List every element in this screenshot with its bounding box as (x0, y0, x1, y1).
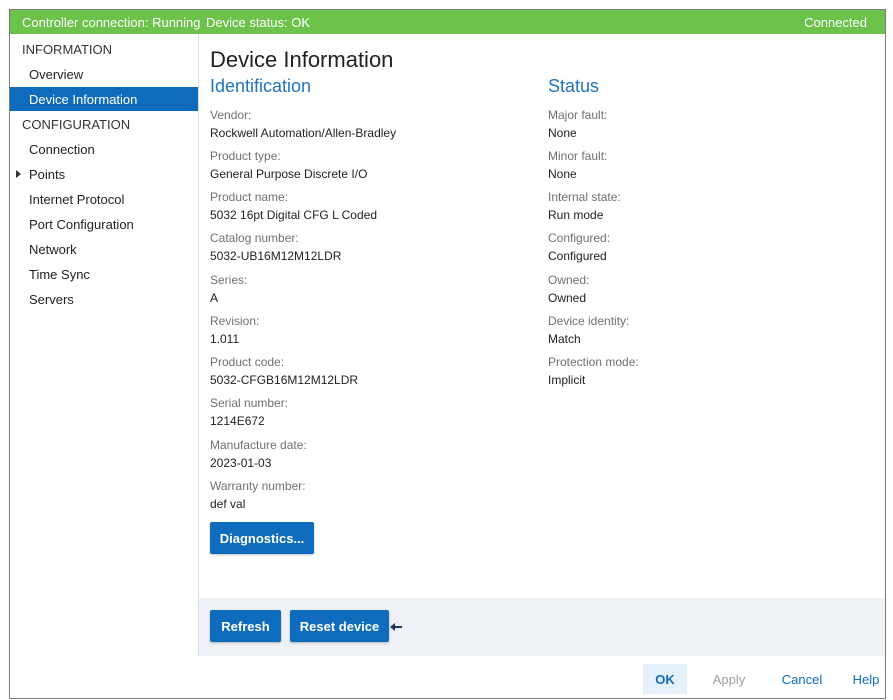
sidebar-item-label: Port Configuration (29, 217, 134, 232)
sidebar-item-device-information[interactable]: Device Information (10, 87, 198, 111)
configured-label: Configured: (548, 231, 611, 245)
revision-value: 1.011 (210, 332, 240, 346)
help-button[interactable]: Help (846, 664, 885, 694)
reset-device-button[interactable]: Reset device (290, 610, 389, 642)
sidebar-item-servers[interactable]: Servers (10, 287, 198, 311)
sidebar-item-time-sync[interactable]: Time Sync (10, 262, 198, 286)
sidebar-item-points[interactable]: Points (10, 162, 198, 186)
product-type-value: General Purpose Discrete I/O (210, 167, 368, 181)
status-section-title: Status (548, 76, 600, 96)
sidebar-item-label: Points (29, 167, 66, 182)
internal-state-value: Run mode (548, 208, 604, 222)
expand-triangle-icon[interactable] (16, 170, 21, 178)
major-fault-label: Major fault: (548, 108, 608, 122)
sidebar-item-label: Device Information (29, 92, 138, 107)
left-arrow-icon (390, 623, 402, 631)
owned-value: Owned (548, 291, 587, 305)
series-label: Series: (210, 273, 248, 287)
sidebar-header-configuration: CONFIGURATION (22, 117, 131, 132)
ok-button[interactable]: OK (643, 664, 687, 694)
manufacture-date-label: Manufacture date: (210, 438, 307, 452)
major-fault-value: None (548, 126, 577, 140)
status-bar: Controller connection: Running Device st… (10, 10, 885, 34)
page-title: Device Information (210, 47, 394, 72)
product-name-value: 5032 16pt Digital CFG L Coded (210, 208, 377, 222)
manufacture-date-value: 2023-01-03 (210, 456, 272, 470)
apply-button[interactable]: Apply (704, 664, 754, 694)
main-content: Device Information Identification Status… (199, 34, 885, 598)
sidebar-item-label: Servers (29, 292, 74, 307)
sidebar-item-label: Internet Protocol (29, 192, 125, 207)
minor-fault-value: None (548, 167, 577, 181)
device-status: Device status: OK (206, 15, 311, 30)
minor-fault-label: Minor fault: (548, 149, 608, 163)
action-bar: Refresh Reset device (199, 598, 885, 656)
controller-connection-status: Controller connection: Running (22, 15, 201, 30)
vendor-value: Rockwell Automation/Allen-Bradley (210, 126, 397, 140)
sidebar-item-overview[interactable]: Overview (10, 62, 198, 86)
protection-mode-label: Protection mode: (548, 355, 639, 369)
sidebar-item-label: Time Sync (29, 267, 90, 282)
dialog-footer: OK Apply Cancel Help (10, 656, 885, 698)
catalog-number-label: Catalog number: (210, 231, 299, 245)
product-name-label: Product name: (210, 190, 289, 204)
sidebar-item-port-configuration[interactable]: Port Configuration (10, 212, 198, 236)
sidebar-nav: INFORMATION Overview Device Information … (10, 34, 199, 657)
sidebar-item-internet-protocol[interactable]: Internet Protocol (10, 187, 198, 211)
cancel-button[interactable]: Cancel (776, 664, 828, 694)
sidebar-item-network[interactable]: Network (10, 237, 198, 261)
product-type-label: Product type: (210, 149, 281, 163)
owned-label: Owned: (548, 273, 590, 287)
sidebar-item-label: Connection (29, 142, 95, 157)
identification-section-title: Identification (210, 76, 312, 96)
sidebar-header-information: INFORMATION (22, 42, 113, 57)
diagnostics-button[interactable]: Diagnostics... (210, 522, 314, 554)
device-identity-label: Device identity: (548, 314, 630, 328)
catalog-number-value: 5032-UB16M12M12LDR (210, 249, 342, 263)
product-code-value: 5032-CFGB16M12M12LDR (210, 373, 359, 387)
configured-value: Configured (548, 249, 607, 263)
device-properties-window: Controller connection: Running Device st… (9, 9, 886, 699)
revision-label: Revision: (210, 314, 260, 328)
vendor-label: Vendor: (210, 108, 252, 122)
product-code-label: Product code: (210, 355, 285, 369)
connection-state: Connected (804, 15, 867, 30)
series-value: A (210, 291, 219, 305)
refresh-button[interactable]: Refresh (210, 610, 281, 642)
warranty-number-label: Warranty number: (210, 479, 306, 493)
protection-mode-value: Implicit (548, 373, 586, 387)
sidebar-item-connection[interactable]: Connection (10, 137, 198, 161)
serial-number-value: 1214E672 (210, 414, 265, 428)
sidebar-item-label: Network (29, 242, 77, 257)
serial-number-label: Serial number: (210, 396, 289, 410)
internal-state-label: Internal state: (548, 190, 621, 204)
device-identity-value: Match (548, 332, 581, 346)
warranty-number-value: def val (210, 497, 246, 511)
sidebar-item-label: Overview (29, 67, 84, 82)
